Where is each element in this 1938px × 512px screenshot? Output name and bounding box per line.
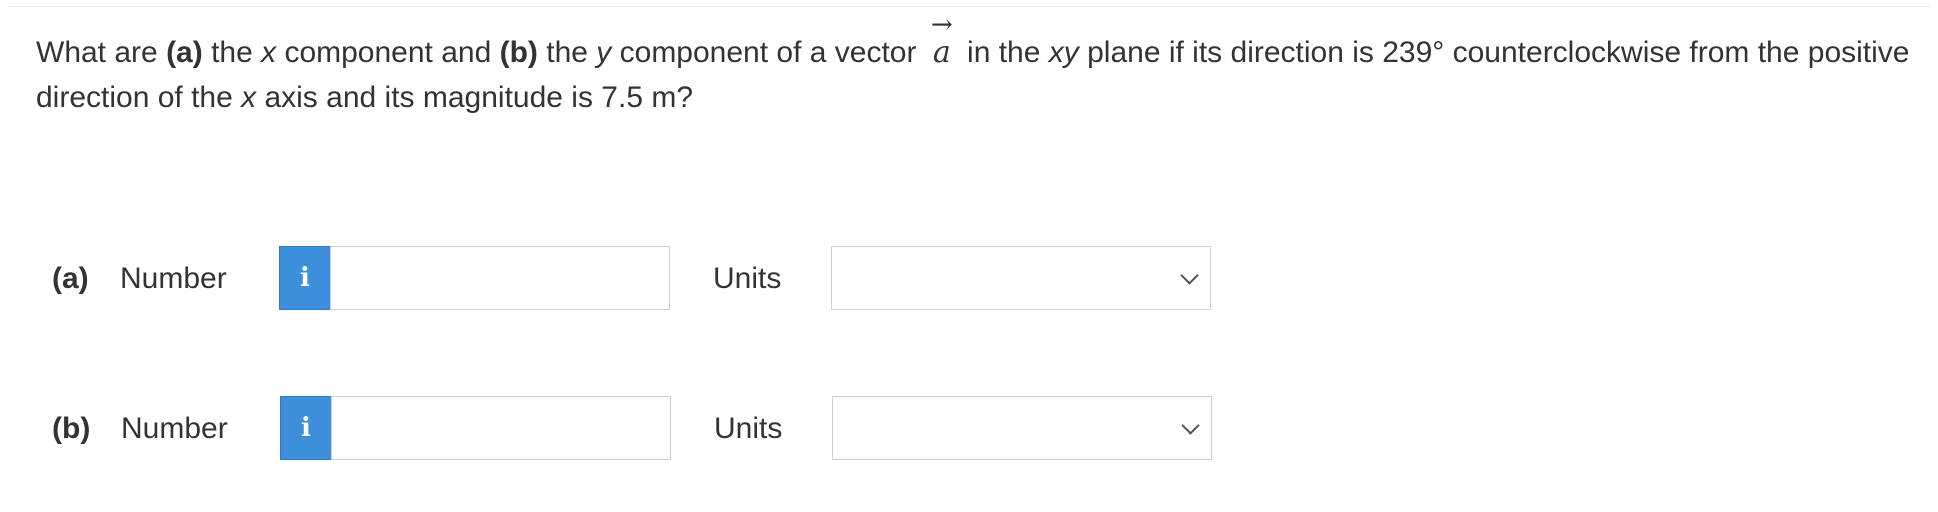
question-text: What are (a) the x component and (b) the…: [36, 12, 1916, 120]
x-variable: x: [261, 36, 277, 69]
top-divider: [8, 6, 1930, 7]
x-variable: x: [241, 81, 257, 114]
question-text-part: component and: [276, 36, 500, 69]
question-text-part: the: [202, 36, 262, 69]
units-label: Units: [713, 262, 782, 295]
question-text-part: the: [537, 36, 597, 69]
units-select-b[interactable]: [832, 396, 1212, 460]
xy-variable: xy: [1048, 36, 1079, 69]
part-b-tag: (b): [499, 36, 538, 69]
number-label: Number: [121, 412, 228, 445]
answer-row-b: (b) Number i Units: [0, 396, 1300, 462]
info-icon[interactable]: i: [279, 246, 331, 310]
number-input-a[interactable]: [330, 246, 670, 310]
vector-a-symbol: → a: [929, 12, 955, 75]
part-a-tag: (a): [166, 36, 203, 69]
question-text-part: What are: [36, 36, 167, 69]
answer-row-a: (a) Number i Units: [0, 246, 1300, 312]
vector-arrow-icon: →: [930, 10, 953, 40]
number-input-b[interactable]: [331, 396, 671, 460]
question-text-part: component of a vector: [611, 36, 925, 69]
part-label: (a): [52, 262, 89, 295]
question-page: What are (a) the x component and (b) the…: [0, 0, 1938, 512]
units-select-a[interactable]: [831, 246, 1211, 310]
chevron-down-icon: [1181, 416, 1200, 435]
number-label: Number: [120, 262, 227, 295]
question-text-part: in the: [958, 36, 1049, 69]
units-label: Units: [714, 412, 783, 445]
question-text-part: axis and its magnitude is 7.5 m?: [256, 81, 694, 114]
y-variable: y: [596, 36, 612, 69]
info-icon[interactable]: i: [280, 396, 332, 460]
part-label: (b): [52, 412, 91, 445]
vector-letter: a: [932, 35, 951, 70]
chevron-down-icon: [1180, 266, 1199, 285]
